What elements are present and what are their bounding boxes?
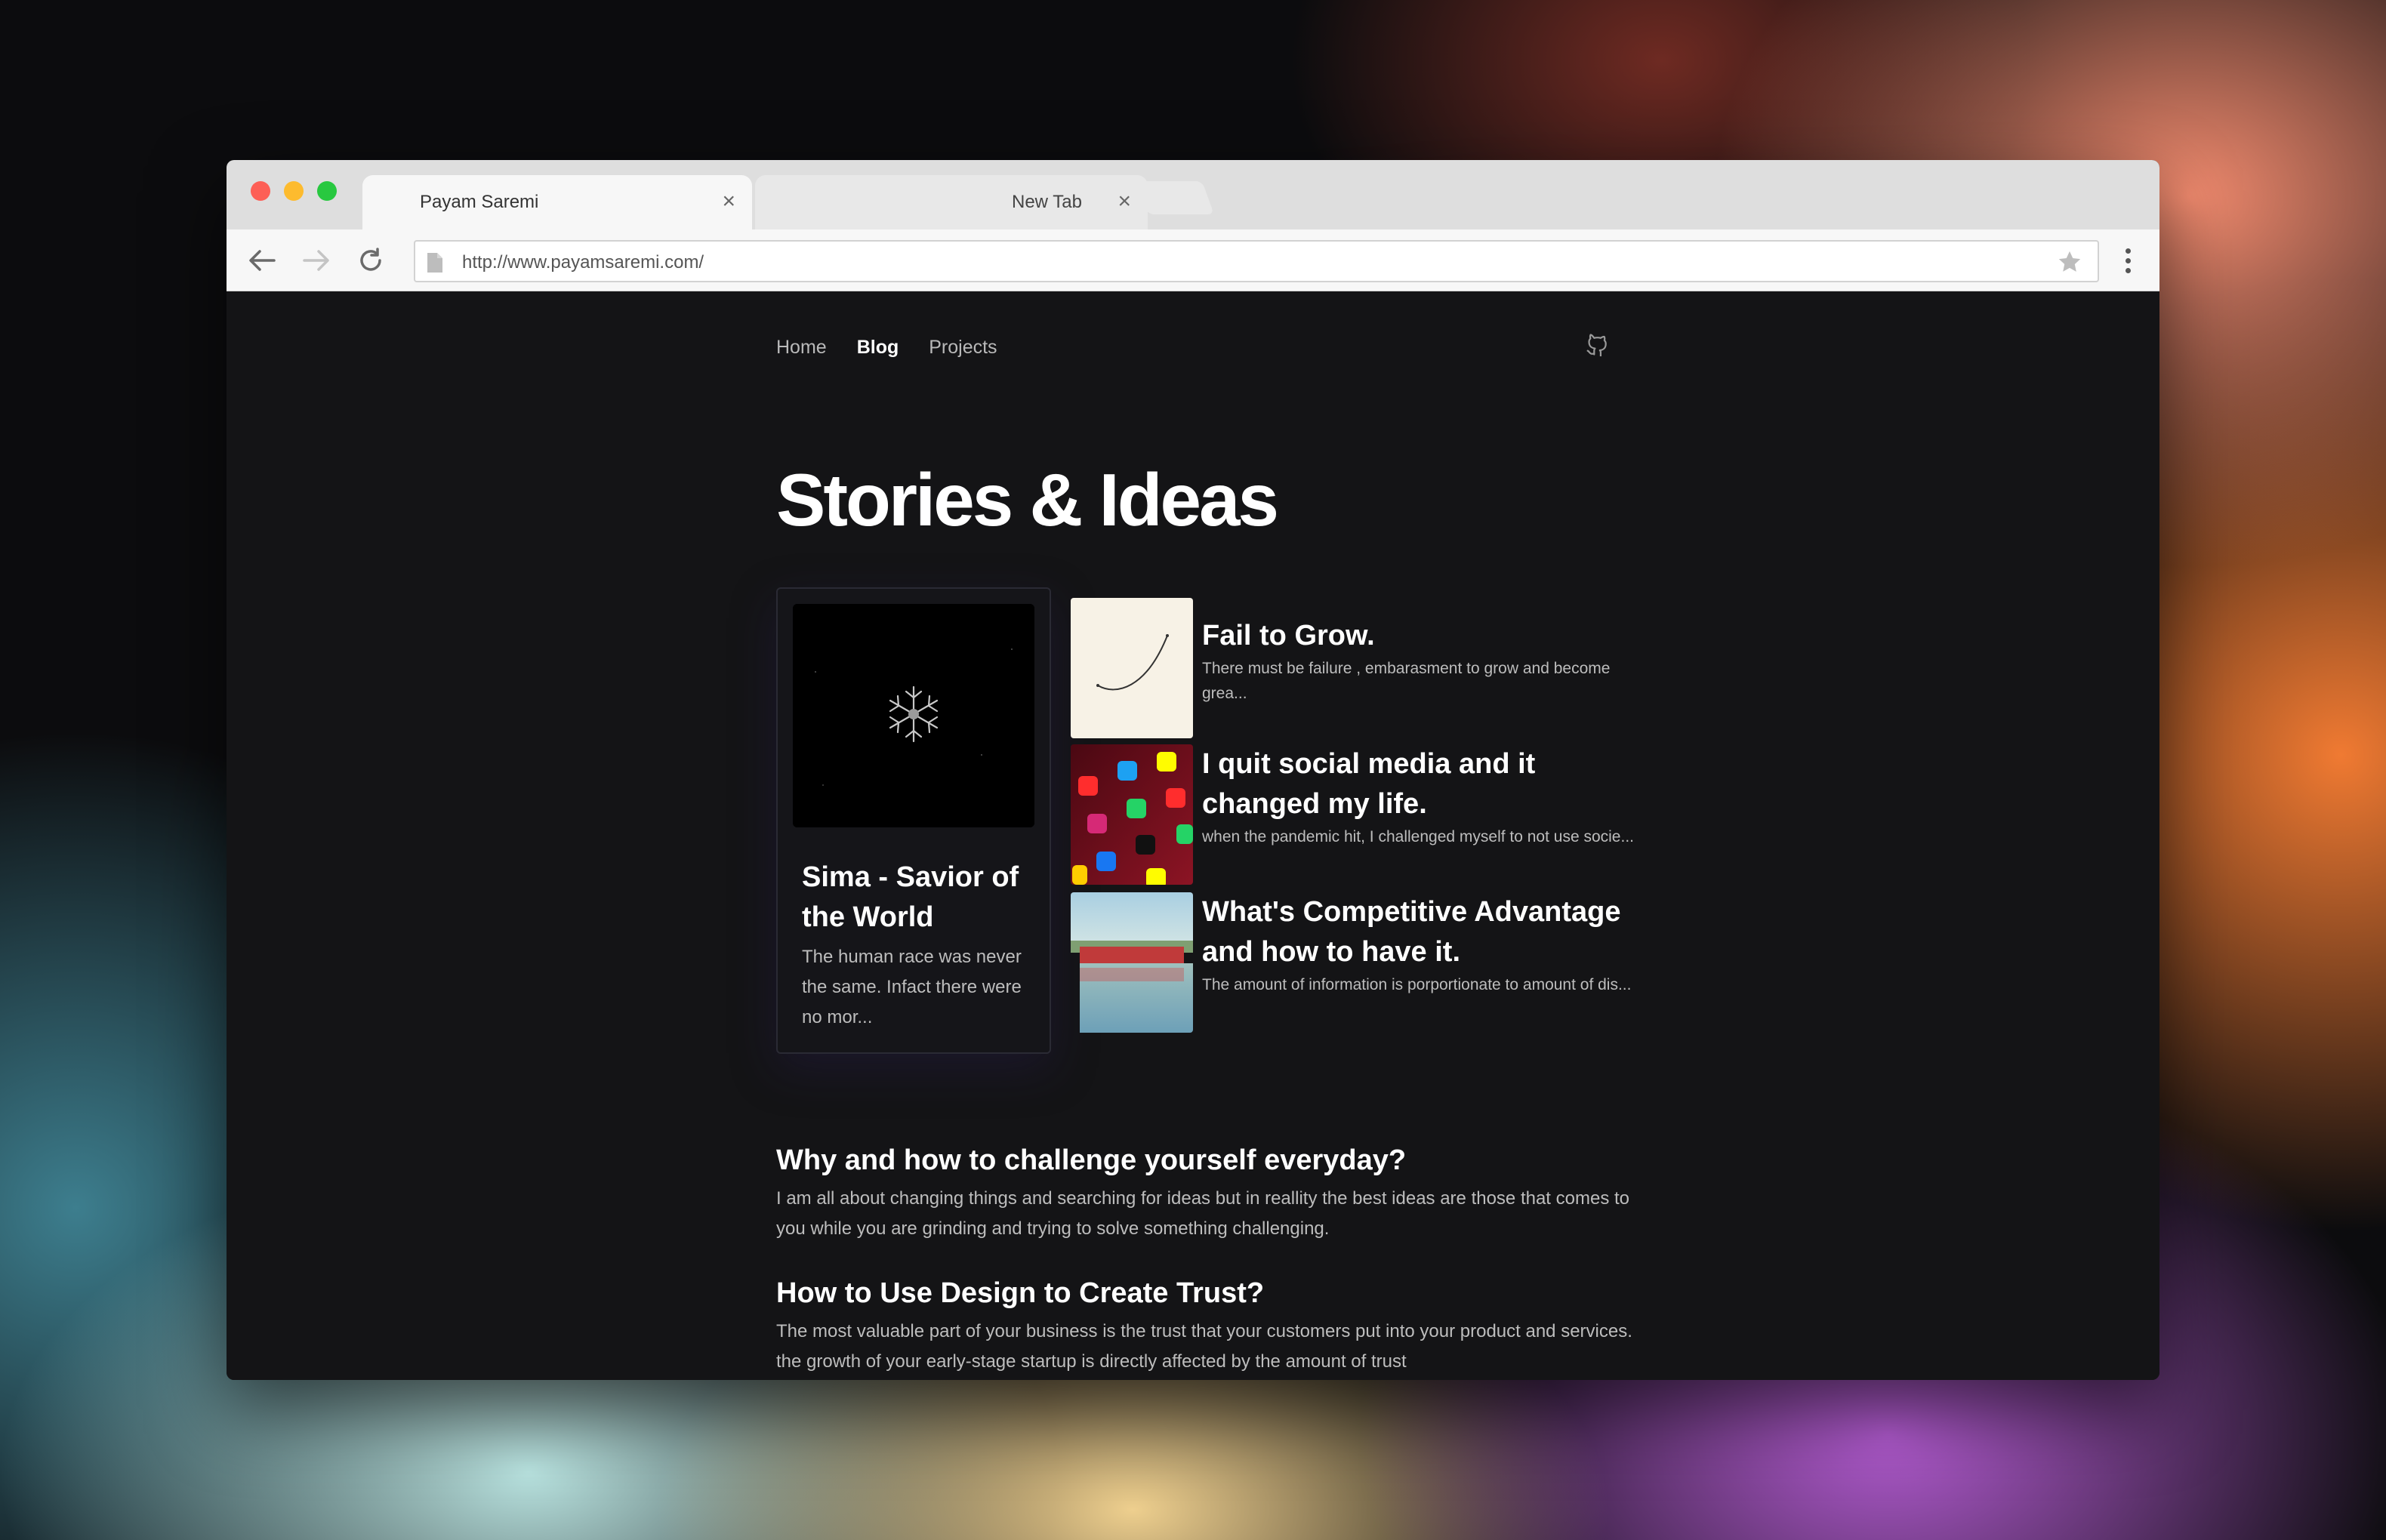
article-item[interactable]: How to Use Design to Create Trust? The m…	[776, 1274, 1645, 1377]
article-title[interactable]: Why and how to challenge yourself everyd…	[776, 1141, 1645, 1179]
browser-menu-icon[interactable]	[2120, 243, 2135, 278]
github-icon[interactable]	[1586, 332, 1608, 356]
site-nav: Home Blog Projects	[776, 337, 997, 359]
nav-blog-link[interactable]: Blog	[857, 337, 899, 359]
article-title[interactable]: How to Use Design to Create Trust?	[776, 1274, 1645, 1312]
tab-title: New Tab	[1012, 192, 1082, 212]
bookmark-star-icon[interactable]	[2057, 249, 2082, 275]
browser-toolbar: http://www.payamsaremi.com/	[227, 229, 2159, 291]
post-excerpt: There must be failure , embarasment to g…	[1202, 660, 1611, 702]
post-title[interactable]: What's Competitive Advantage and how to …	[1202, 892, 1645, 972]
featured-post-card[interactable]: Sima - Savior of the World The human rac…	[776, 587, 1051, 1054]
post-title[interactable]: Fail to Grow.	[1202, 616, 1645, 656]
post-card[interactable]: What's Competitive Advantage and how to …	[1071, 892, 1645, 1033]
post-excerpt: The amount of information is porportiona…	[1202, 976, 1632, 993]
post-text: I quit social media and it changed my li…	[1202, 744, 1645, 849]
new-tab-button[interactable]	[1135, 181, 1215, 214]
arrow-right-icon	[303, 250, 329, 271]
window-close-button[interactable]	[251, 181, 270, 201]
tab-new-tab[interactable]: New Tab ×	[755, 175, 1148, 229]
post-excerpt: when the pandemic hit, I challenged myse…	[1202, 828, 1634, 845]
post-thumbnail	[1071, 744, 1193, 885]
post-title[interactable]: I quit social media and it changed my li…	[1202, 744, 1645, 824]
nav-projects-link[interactable]: Projects	[929, 337, 997, 359]
window-minimize-button[interactable]	[284, 181, 304, 201]
window-maximize-button[interactable]	[317, 181, 337, 201]
browser-window: New Tab × Payam Saremi × http://www.paya…	[227, 160, 2159, 1380]
post-thumbnail	[1071, 598, 1193, 738]
reload-button[interactable]	[353, 243, 388, 278]
arrow-left-icon	[249, 250, 276, 271]
back-button[interactable]	[245, 243, 279, 278]
post-text: What's Competitive Advantage and how to …	[1202, 892, 1645, 997]
featured-post-image	[793, 604, 1034, 827]
page-viewport: Home Blog Projects Stories & Ideas Sima …	[227, 291, 2159, 1380]
address-bar[interactable]: http://www.payamsaremi.com/	[414, 240, 2099, 282]
tab-bar: New Tab × Payam Saremi ×	[227, 160, 2159, 229]
post-card[interactable]: I quit social media and it changed my li…	[1071, 744, 1645, 885]
tab-title: Payam Saremi	[420, 192, 539, 212]
close-icon[interactable]: ×	[722, 190, 735, 213]
article-excerpt: The most valuable part of your business …	[776, 1321, 1632, 1372]
page-title: Stories & Ideas	[776, 458, 1279, 541]
post-thumbnail	[1071, 892, 1193, 1033]
page-icon	[427, 253, 442, 273]
url-text: http://www.payamsaremi.com/	[462, 252, 704, 273]
reload-icon	[360, 248, 381, 271]
forward-button[interactable]	[299, 243, 334, 278]
post-text: Fail to Grow. There must be failure , em…	[1202, 598, 1645, 706]
article-excerpt: I am all about changing things and searc…	[776, 1188, 1630, 1239]
featured-post-excerpt: The human race was never the same. Infac…	[802, 947, 1022, 1027]
article-item[interactable]: Why and how to challenge yourself everyd…	[776, 1141, 1645, 1244]
featured-post-title[interactable]: Sima - Savior of the World	[802, 858, 1036, 938]
post-card[interactable]: Fail to Grow. There must be failure , em…	[1071, 598, 1645, 738]
close-icon[interactable]: ×	[1117, 190, 1131, 213]
tab-payam-saremi[interactable]: Payam Saremi ×	[362, 175, 752, 229]
nav-home-link[interactable]: Home	[776, 337, 827, 359]
